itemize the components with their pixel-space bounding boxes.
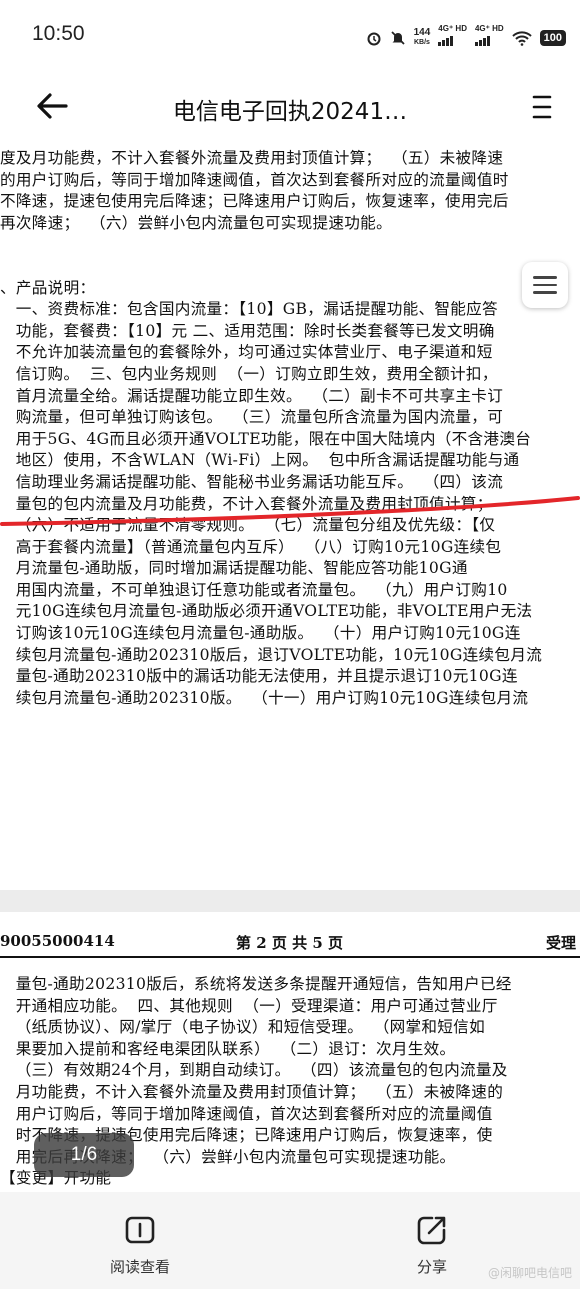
page-2-header: 90055000414 第 2 页 共 5 页 受理 [0,932,580,956]
menu-line [533,276,557,279]
document-line: 高于套餐内流量】（普通流量包内互斥） （八）订购10元10G连续包 [0,537,502,556]
signal-sim1: 4G⁺ HD [438,24,467,51]
document-line: 信订购。 三、包内业务规则 （一）订购立即生效，费用全额计扣， [0,364,498,383]
clock: 10:50 [32,22,85,45]
document-line: 不允许加装流量包的套餐除外，均可通过实体营业厅、电子渠道和短 [0,343,493,362]
share-label: 分享 [416,1258,447,1276]
document-line: 月流量包-通助版，同时增加漏话提醒功能、智能应答功能10G通 [0,559,468,578]
document-line: 功能，套餐费：【10】元 二、适用范围：除时长类套餐等已发文明确 [0,321,495,340]
back-arrow-icon[interactable] [32,86,72,126]
bottom-action-bar: 阅读查看 分享 @闲聊吧电信吧 [0,1192,580,1289]
page-indicator: 1/6 [34,1133,134,1177]
page-separator [0,890,580,912]
document-line: 度及月功能费，不计入套餐外流量及费用封顶值计算； （五）未被降速 [0,149,504,167]
document-line: 量包-通助202310版后，系统将发送多条提醒开通短信，告知用户已经 [0,975,512,993]
page-title: 电信电子回执20241… [172,99,408,125]
document-line: 用户订购后，等同于增加降速阈值，首次达到套餐所对应的流量阈值 [0,1104,493,1123]
status-bar: 10:50 144 KB/s 4G⁺ HD 4G⁺ HD 100 [0,0,580,72]
document-line: 再次降速； （六）尝鲜小包内流量包可实现提速功能。 [0,213,392,232]
document-line: 信助理业务漏话提醒功能、智能秘书业务漏话功能互斥。 （四）该流 [0,472,504,491]
share-button[interactable]: 分享 [416,1214,448,1277]
document-line: 地区）使用，不含WLAN（Wi-Fi）上网。 包中所含漏话提醒功能与通 [0,451,520,470]
document-page-1: 度及月功能费，不计入套餐外流量及费用封顶值计算； （五）未被降速 的用户订购后，等… [0,148,542,709]
signal-bars-icon [438,36,454,46]
floating-menu-button[interactable] [522,262,568,308]
header-right-label: 受理 [545,934,576,952]
document-line: 元10G连续包月流量包-通助版必须开通VOLTE功能，非VOLTE用户无法 [0,602,533,621]
share-icon [417,1216,446,1245]
menu-line [533,283,557,287]
document-line: 订购该10元10G连续包月流量包-通助版。 （十）用户订购10元10G连 [0,624,521,643]
document-line: 首月流量全给。漏话提醒功能立即生效。 （二）副卡不可共享主卡订 [0,386,504,405]
watermark: @闲聊吧电信吧 [487,1266,572,1280]
page-number-label: 第 2 页 共 5 页 [236,934,343,952]
document-line: 量包-通助202310版中的漏话功能无法使用，并且提示退订10元10G连 [0,667,518,686]
document-line: 果要加入提前和客经电渠团队联系） （二）退订：次月生效。 [0,1039,456,1058]
header-divider [0,956,580,958]
document-line: 续包月流量包-通助202310版后，退订VOLTE功能，10元10G连续包月流 [0,645,543,664]
alarm-icon [367,32,381,45]
red-underline-annotation [0,496,580,526]
book-icon [125,1216,155,1244]
document-line: 购流量，但可单独订购该包。 （三）流量包所含流量为国内流量，可 [0,408,504,427]
network-speed: 144 KB/s [413,26,431,46]
document-line: 用于5G、4G而且必须开通VOLTE功能，限在中国大陆境内（不含港澳台 [0,429,532,448]
signal-sim2: 4G⁺ HD [474,24,504,51]
document-line: 用国内流量，不可单独退订任意功能或者流量包。 （九）用户订购10 [0,580,508,599]
document-line: 续包月流量包-通助202310版。 （十一）用户订购10元10G连续包月流 [0,688,529,707]
document-viewer[interactable]: 度及月功能费，不计入套餐外流量及费用封顶值计算； （五）未被降速 的用户订购后，等… [0,142,580,1192]
battery-indicator: 100 [539,29,566,46]
document-line: （纸质协议）、网/掌厅（电子协议）和短信受理。 （网掌和短信如 [0,1018,485,1037]
document-line: 不降速，提速包使用完后降速；已降速用户订购后，恢复速率，使用完后 [0,192,509,211]
menu-line [533,291,557,294]
signal-bars-icon [474,36,490,46]
status-icons: 144 KB/s 4G⁺ HD 4G⁺ HD 100 [366,24,566,51]
read-view-label: 阅读查看 [110,1258,171,1276]
mute-icon [390,30,405,45]
document-line: 月功能费，不计入套餐外流量及费用封顶值计算； （五）未被降速的 [0,1082,504,1101]
document-line: 开通相应功能。 四、其他规则 （一）受理渠道：用户可通过营业厅 [0,996,498,1015]
document-line: 的用户订购后，等同于增加降速阈值，首次达到套餐所对应的流量阈值时 [0,170,509,189]
document-line: 、产品说明： [0,278,96,297]
wifi-icon [511,30,532,46]
more-menu-icon[interactable] [532,92,552,122]
document-number: 90055000414 [0,932,115,950]
document-line: 一、资费标准：包含国内流量：【10】GB，漏话提醒功能、智能应答 [0,300,498,319]
read-view-button[interactable]: 阅读查看 [110,1214,170,1277]
document-line: （三）有效期24个月，到期自动续订。 （四）该流量包的包内流量及 [0,1061,508,1080]
app-header: 电信电子回执20241… [0,72,580,142]
